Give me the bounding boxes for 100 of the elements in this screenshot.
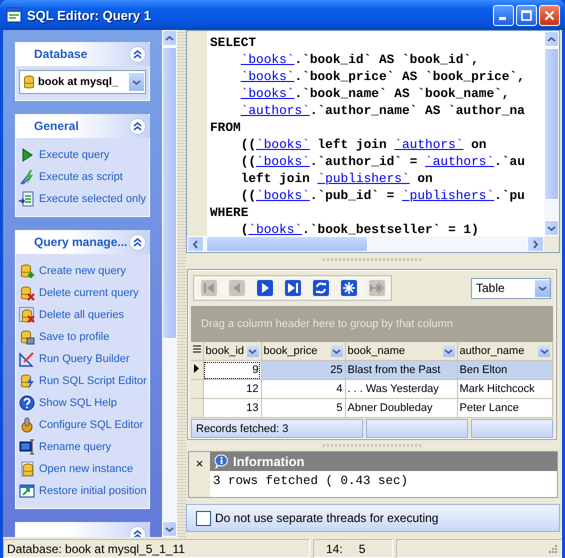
close-button[interactable]: × <box>196 456 204 471</box>
database-select[interactable]: book at mysql_ <box>19 70 146 94</box>
table-name: `authors` <box>394 137 464 152</box>
info-icon <box>214 454 229 469</box>
splitter-grip[interactable] <box>323 444 423 446</box>
scroll-left-icon <box>191 240 200 248</box>
database-lightning-icon <box>19 373 35 389</box>
monitor-icon <box>19 439 35 455</box>
ruler-pencil-icon <box>19 351 35 367</box>
scroll-down-icon <box>547 224 556 232</box>
code-line: WHERE <box>210 204 250 221</box>
collapse-button[interactable] <box>129 118 146 134</box>
scroll-up-icon <box>547 34 556 44</box>
nav-button[interactable] <box>335 277 362 299</box>
code-line: left join `publishers` on <box>240 170 434 187</box>
table-row[interactable]: 12 4 . . . Was Yesterday Mark Hitchcock <box>191 380 552 398</box>
panel-title: General <box>34 119 79 133</box>
scroll-down-icon <box>165 524 174 534</box>
message-title: Information <box>233 454 304 469</box>
task-link[interactable]: Run Query Builder <box>39 353 130 365</box>
task-link[interactable]: Save to profile <box>39 331 110 343</box>
maximize-button[interactable] <box>516 4 537 26</box>
table-cell: Ben Elton <box>460 364 508 376</box>
message-text: 3 rows fetched ( 0.43 sec) <box>212 473 410 490</box>
vertical-scrollbar[interactable] <box>544 31 559 236</box>
task-link[interactable]: Execute query <box>39 149 110 161</box>
nav-button[interactable] <box>279 277 306 299</box>
table-row[interactable]: 13 5 Abner Doubleday Peter Lance <box>191 398 552 418</box>
current-row-icon <box>194 364 200 373</box>
table-name: `books` <box>240 52 294 67</box>
collapse-icon <box>133 238 142 246</box>
task-link[interactable]: Configure SQL Editor <box>39 419 144 431</box>
task-link[interactable]: Show SQL Help <box>39 397 117 409</box>
table-cell: Peter Lance <box>460 402 519 414</box>
filter-dropdown-button[interactable] <box>330 345 342 357</box>
table-name: `authors` <box>425 154 494 169</box>
minimize-button[interactable] <box>493 4 514 26</box>
scroll-right-icon <box>531 240 540 248</box>
first-record-icon <box>200 280 216 296</box>
view-mode-select[interactable]: Table <box>471 278 551 298</box>
table-row[interactable]: 9 25 Blast from the Past Ben Elton <box>191 360 552 380</box>
close-button[interactable] <box>539 4 560 26</box>
splitter-grip[interactable] <box>323 258 423 260</box>
task-link[interactable]: Create new query <box>39 265 126 277</box>
database-save-icon <box>19 329 35 345</box>
filter-dropdown-button[interactable] <box>246 345 258 357</box>
code-line: `books`.`book_id` AS `book_id`, <box>240 51 480 68</box>
line-number: 14: <box>326 542 343 556</box>
table-name: `books` <box>256 154 310 169</box>
task-link[interactable]: Run SQL Script Editor <box>39 375 147 387</box>
code-line: SELECT <box>210 34 258 51</box>
task-link[interactable]: Restore initial position <box>39 485 147 497</box>
database-cross-icon <box>19 307 35 323</box>
table-cell: Mark Hitchcock <box>460 383 535 395</box>
code-line: `books`.`book_name` AS `book_name`, <box>240 85 510 102</box>
filter-dropdown-button[interactable] <box>442 345 454 357</box>
horizontal-scrollbar[interactable] <box>187 236 559 252</box>
table-cell: 12 <box>246 383 258 395</box>
collapse-button[interactable] <box>129 234 146 250</box>
column-chooser-icon[interactable] <box>192 345 201 354</box>
checkbox[interactable] <box>196 510 211 526</box>
collapse-icon <box>133 530 142 537</box>
table-cell: 5 <box>336 402 342 414</box>
task-link[interactable]: Execute selected only <box>39 193 146 205</box>
panel-title: Database <box>34 47 88 61</box>
code-line: ((`books`.`author_id` = `authors`.`au <box>240 153 526 170</box>
nav-button[interactable] <box>251 277 278 299</box>
collapse-button[interactable] <box>129 46 146 62</box>
scrollbar-corner <box>544 236 559 252</box>
star-icon <box>340 280 356 296</box>
sidebar-scrollbar[interactable] <box>162 30 177 537</box>
code-line: ((`books`.`pub_id` = `publishers`.`pu <box>240 187 526 204</box>
scrollbar-thumb[interactable] <box>162 47 177 339</box>
table-cell: 25 <box>330 364 342 376</box>
table-name: `books` <box>240 69 294 84</box>
table-cell: 4 <box>336 383 342 395</box>
lightning-icon <box>19 169 35 185</box>
task-link[interactable]: Open new instance <box>39 463 134 475</box>
scroll-up-icon <box>165 34 174 42</box>
nav-button[interactable] <box>307 277 334 299</box>
resize-grip-icon[interactable] <box>547 543 558 554</box>
column-number: 5 <box>358 542 366 556</box>
scrollbar-thumb[interactable] <box>544 48 559 200</box>
scrollbar-thumb[interactable] <box>206 236 368 252</box>
table-cell: Blast from the Past <box>348 364 440 376</box>
task-link[interactable]: Rename query <box>39 441 112 453</box>
code-line: (`books`.`book_bestseller` = 1) <box>240 221 480 236</box>
task-link[interactable]: Delete all queries <box>39 309 124 321</box>
filter-dropdown-button[interactable] <box>538 345 550 357</box>
last-record-icon <box>284 280 300 296</box>
database-document-icon <box>19 461 35 477</box>
code-line: `authors`.`author_name` AS `author_na <box>240 102 526 119</box>
collapse-icon <box>133 122 142 130</box>
table-cell: 13 <box>246 402 258 414</box>
table-name: `publishers` <box>402 188 494 203</box>
maximize-icon <box>521 10 532 20</box>
task-link[interactable]: Delete current query <box>39 287 139 299</box>
task-link[interactable]: Execute as script <box>39 171 123 183</box>
code-line: FROM <box>210 119 242 136</box>
panel-title: Query manage... <box>34 235 128 249</box>
